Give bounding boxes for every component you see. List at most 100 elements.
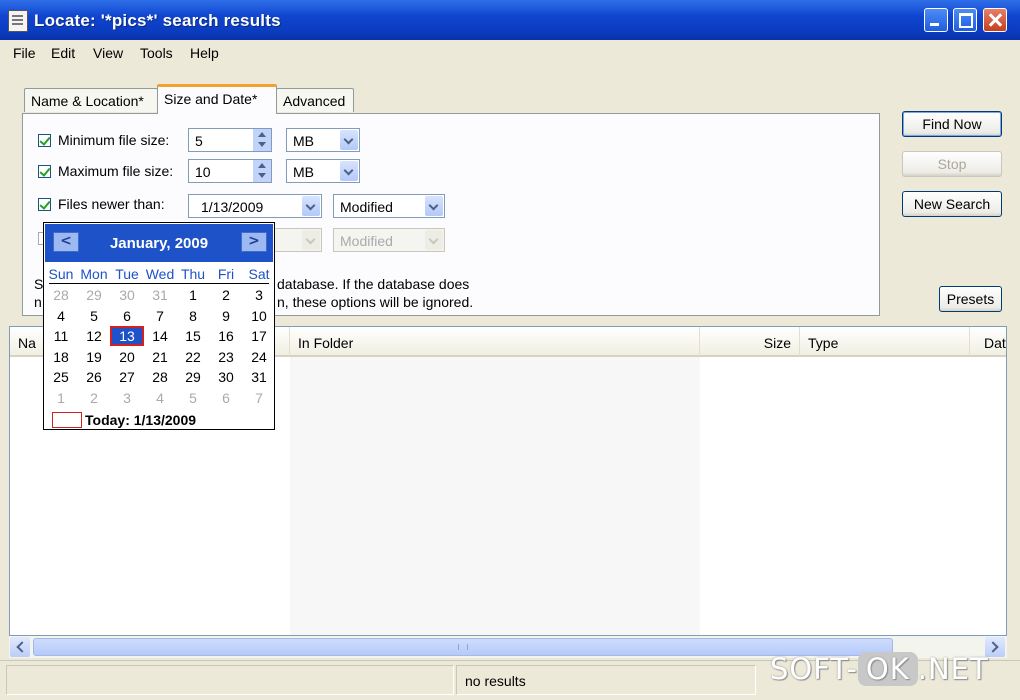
calendar-day[interactable]: 28 (145, 369, 175, 385)
tab-name-location[interactable]: Name & Location* (24, 88, 158, 112)
minimize-button[interactable] (924, 8, 948, 32)
calendar-day[interactable]: 12 (79, 328, 109, 344)
menu-file[interactable]: File (13, 45, 36, 61)
min-size-checkbox[interactable] (38, 134, 51, 147)
chevron-down-icon[interactable] (302, 230, 320, 250)
newer-type-value: Modified (340, 199, 393, 215)
calendar-day[interactable]: 5 (178, 390, 208, 406)
older-type-select[interactable]: Modified (333, 228, 445, 252)
calendar-day[interactable]: 4 (145, 390, 175, 406)
calendar-month-title[interactable]: January, 2009 (45, 235, 273, 252)
calendar-day[interactable]: 8 (178, 308, 208, 324)
calendar-day[interactable]: 13 (110, 326, 144, 346)
calendar-day[interactable]: 17 (244, 328, 274, 344)
status-cell-left (6, 665, 454, 695)
calendar-day[interactable]: 18 (46, 349, 76, 365)
stop-button[interactable]: Stop (902, 151, 1002, 177)
calendar-day[interactable]: 31 (244, 369, 274, 385)
max-size-checkbox[interactable] (38, 165, 51, 178)
calendar-day[interactable]: 25 (46, 369, 76, 385)
max-size-unit-select[interactable]: MB (286, 159, 360, 183)
calendar-day[interactable]: 10 (244, 308, 274, 324)
calendar-day[interactable]: 9 (211, 308, 241, 324)
chevron-down-icon[interactable] (340, 161, 358, 181)
column-type[interactable]: Type (800, 327, 970, 357)
calendar-day[interactable]: 23 (211, 349, 241, 365)
calendar-day[interactable]: 20 (112, 349, 142, 365)
min-size-value: 5 (195, 133, 203, 149)
older-type-value: Modified (340, 233, 393, 249)
newer-than-checkbox[interactable] (38, 198, 51, 211)
column-date[interactable]: Dat (970, 327, 1006, 357)
calendar-day[interactable]: 6 (211, 390, 241, 406)
calendar-day[interactable]: 6 (112, 308, 142, 324)
min-size-label: Minimum file size: (58, 132, 170, 148)
newer-type-select[interactable]: Modified (333, 194, 445, 218)
calendar-day[interactable]: 27 (112, 369, 142, 385)
calendar-day[interactable]: 29 (178, 369, 208, 385)
prev-month-button[interactable]: < (53, 232, 79, 252)
menu-help[interactable]: Help (190, 45, 219, 61)
menu-tools[interactable]: Tools (140, 45, 173, 61)
calendar-day[interactable]: 16 (211, 328, 241, 344)
chevron-down-icon[interactable] (302, 196, 320, 216)
calendar-day[interactable]: 3 (244, 287, 274, 303)
calendar-day[interactable]: 28 (46, 287, 76, 303)
chevron-down-icon[interactable] (425, 196, 443, 216)
calendar-day[interactable]: 7 (145, 308, 175, 324)
maximize-button[interactable] (953, 8, 977, 32)
calendar-day[interactable]: 19 (79, 349, 109, 365)
calendar-day[interactable]: 2 (211, 287, 241, 303)
tab-advanced[interactable]: Advanced (276, 88, 354, 112)
new-search-button[interactable]: New Search (902, 191, 1002, 217)
min-size-unit-select[interactable]: MB (286, 128, 360, 152)
weekday-wed: Wed (145, 266, 175, 282)
calendar-day[interactable]: 11 (46, 328, 76, 344)
next-month-button[interactable]: > (241, 232, 267, 252)
app-icon (8, 10, 28, 32)
min-size-input[interactable]: 5 (188, 128, 272, 152)
tab-size-date[interactable]: Size and Date* (157, 84, 277, 114)
menu-edit[interactable]: Edit (51, 45, 75, 61)
calendar-day[interactable]: 14 (145, 328, 175, 344)
newer-than-label: Files newer than: (58, 196, 165, 212)
scroll-thumb[interactable] (33, 638, 893, 656)
calendar-day[interactable]: 4 (46, 308, 76, 324)
calendar-day[interactable]: 26 (79, 369, 109, 385)
calendar-day[interactable]: 30 (112, 287, 142, 303)
calendar-day[interactable]: 21 (145, 349, 175, 365)
column-size[interactable]: Size (700, 327, 800, 357)
title-bar[interactable]: Locate: '*pics*' search results (0, 0, 1020, 40)
chevron-down-icon[interactable] (425, 230, 443, 250)
calendar-day[interactable]: 5 (79, 308, 109, 324)
max-size-input[interactable]: 10 (188, 159, 272, 183)
calendar-day[interactable]: 29 (79, 287, 109, 303)
calendar-day[interactable]: 3 (112, 390, 142, 406)
min-size-spinner[interactable] (252, 129, 271, 151)
calendar-day[interactable]: 31 (145, 287, 175, 303)
calendar-day[interactable]: 15 (178, 328, 208, 344)
calendar-day[interactable]: 22 (178, 349, 208, 365)
close-button[interactable] (983, 8, 1007, 32)
date-picker-calendar[interactable]: January, 2009 < > Sun Mon Tue Wed Thu Fri Sat … (43, 222, 275, 430)
chevron-down-icon[interactable] (340, 130, 358, 150)
calendar-day[interactable]: 7 (244, 390, 274, 406)
menu-view[interactable]: View (93, 45, 123, 61)
find-now-button[interactable]: Find Now (902, 111, 1002, 137)
column-in-folder[interactable]: In Folder (290, 327, 700, 357)
newer-date-picker[interactable]: 1/13/2009 (188, 194, 322, 218)
calendar-day[interactable]: 2 (79, 390, 109, 406)
window-title: Locate: '*pics*' search results (34, 11, 281, 30)
calendar-day[interactable]: 1 (46, 390, 76, 406)
calendar-day[interactable]: 1 (178, 287, 208, 303)
scroll-left-arrow-icon[interactable] (10, 637, 30, 657)
calendar-day[interactable]: 30 (211, 369, 241, 385)
older-date-picker[interactable] (273, 228, 322, 252)
today-link[interactable]: Today: 1/13/2009 (85, 412, 196, 428)
max-size-unit: MB (293, 164, 314, 180)
watermark-mid: OK (857, 652, 918, 686)
presets-button[interactable]: Presets (939, 286, 1002, 312)
max-size-spinner[interactable] (252, 160, 271, 182)
calendar-day[interactable]: 24 (244, 349, 274, 365)
weekday-mon: Mon (80, 266, 108, 282)
